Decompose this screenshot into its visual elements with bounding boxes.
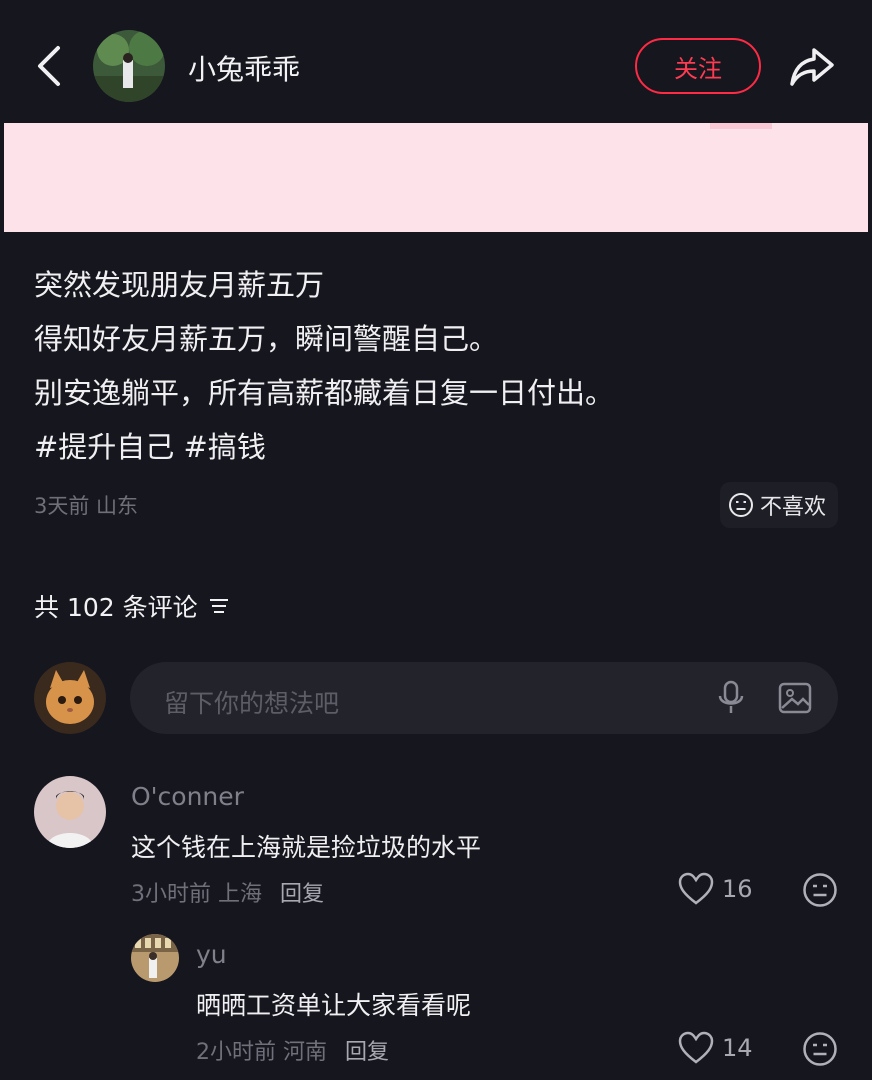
neutral-face-icon[interactable] — [802, 1031, 838, 1067]
commenter-avatar[interactable] — [131, 934, 179, 982]
my-avatar — [34, 662, 106, 734]
post-image[interactable] — [4, 123, 868, 232]
sort-icon[interactable] — [208, 597, 230, 615]
like-button[interactable]: 16 — [678, 872, 753, 906]
comment-time-location: 2小时前 河南 — [196, 1040, 327, 1065]
like-count: 16 — [722, 875, 753, 903]
comment-input[interactable]: 留下你的想法吧 — [130, 662, 838, 734]
author-avatar[interactable] — [93, 30, 165, 102]
heart-icon — [678, 872, 714, 905]
post-content: 突然发现朋友月薪五万 得知好友月薪五万，瞬间警醒自己。 别安逸躺平，所有高薪都藏… — [34, 258, 854, 474]
comment-time-location: 3小时前 上海 — [131, 882, 262, 907]
comment-placeholder: 留下你的想法吧 — [164, 689, 340, 718]
like-button[interactable]: 14 — [678, 1031, 753, 1065]
follow-button[interactable]: 关注 — [635, 38, 761, 94]
comment-meta: 3小时前 上海 回复 — [131, 876, 324, 908]
heart-icon — [678, 1031, 714, 1064]
reply-button[interactable]: 回复 — [280, 882, 324, 907]
image-indicator — [710, 123, 772, 129]
commenter-avatar[interactable] — [34, 776, 106, 848]
commenter-name[interactable]: O'conner — [131, 782, 244, 811]
reply-button[interactable]: 回复 — [345, 1040, 389, 1065]
like-count: 14 — [722, 1034, 753, 1062]
dislike-button[interactable]: 不喜欢 — [720, 482, 839, 528]
comment-text: 晒晒工资单让大家看看呢 — [196, 991, 472, 1020]
neutral-face-icon[interactable] — [802, 872, 838, 908]
post-hashtags[interactable]: #提升自己 #搞钱 — [34, 420, 854, 474]
back-arrow-icon[interactable] — [28, 40, 72, 92]
comment-count[interactable]: 共 102 条评论 — [34, 588, 230, 624]
author-name[interactable]: 小兔乖乖 — [188, 48, 300, 88]
comment-count-label: 共 102 条评论 — [34, 593, 198, 622]
share-icon[interactable] — [786, 40, 838, 92]
comment-meta: 2小时前 河南 回复 — [196, 1034, 389, 1066]
post-meta: 3天前 山东 — [34, 494, 139, 518]
image-icon[interactable] — [778, 682, 812, 714]
microphone-icon[interactable] — [716, 680, 746, 716]
post-title: 突然发现朋友月薪五万 — [34, 268, 325, 302]
dislike-label: 不喜欢 — [760, 495, 827, 520]
comment-text: 这个钱在上海就是捡垃圾的水平 — [131, 833, 482, 862]
commenter-name[interactable]: yu — [196, 940, 227, 969]
top-bar: 小兔乖乖 关注 — [0, 0, 872, 122]
post-line: 得知好友月薪五万，瞬间警醒自己。 — [34, 322, 499, 356]
post-line: 别安逸躺平，所有高薪都藏着日复一日付出。 — [34, 376, 615, 410]
neutral-face-icon — [729, 493, 753, 517]
